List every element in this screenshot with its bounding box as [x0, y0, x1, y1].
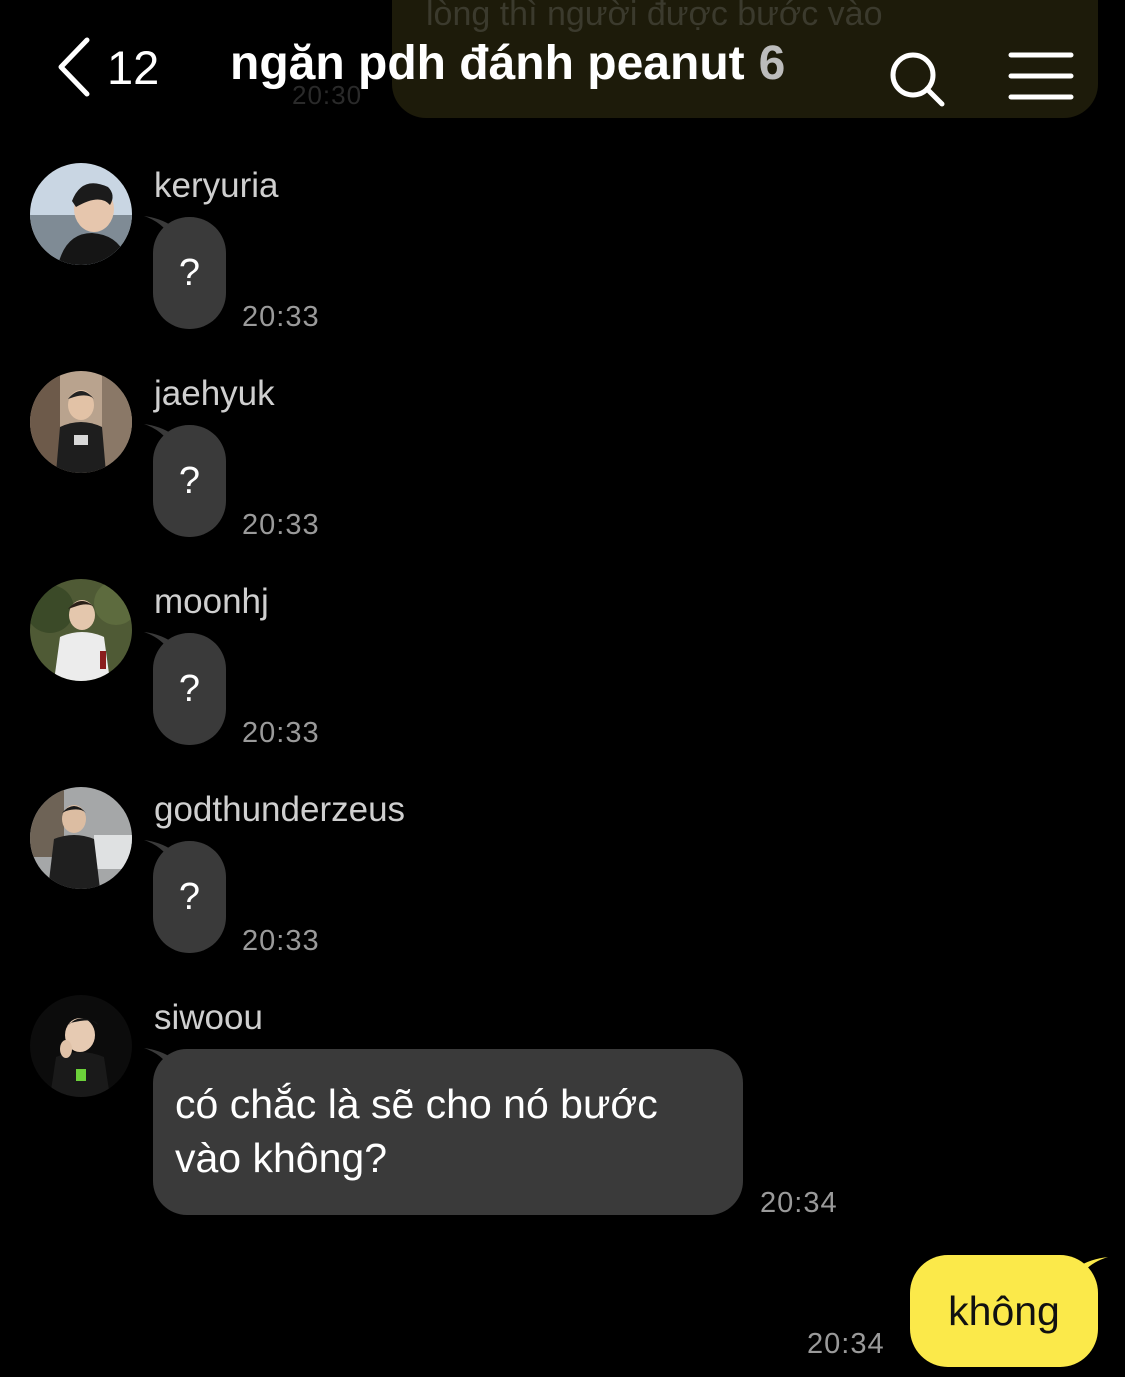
- search-icon[interactable]: [886, 48, 948, 110]
- hamburger-menu-icon[interactable]: [1008, 50, 1074, 102]
- chat-title-text: ngăn pdh đánh peanut: [230, 37, 745, 90]
- back-button[interactable]: 12: [55, 34, 159, 100]
- chevron-left-icon: [58, 37, 90, 97]
- sender-name: godthunderzeus: [154, 790, 406, 829]
- avatar-photo: [30, 371, 132, 473]
- message-time: 20:34: [760, 1187, 838, 1219]
- avatar-photo: [30, 579, 132, 681]
- avatar-photo: [30, 787, 132, 889]
- sender-name: jaehyuk: [154, 374, 275, 413]
- avatar[interactable]: [30, 995, 132, 1097]
- message-text-line: vào không?: [175, 1135, 388, 1181]
- sender-name: moonhj: [154, 582, 269, 621]
- my-message-time: 20:34: [807, 1328, 885, 1360]
- message-bubble[interactable]: có chắc là sẽ cho nó bước vào không?: [153, 1049, 743, 1215]
- avatar[interactable]: [30, 579, 132, 681]
- message-time: 20:33: [242, 509, 320, 541]
- unread-count: 12: [107, 40, 160, 94]
- message-bubble[interactable]: ?: [153, 841, 226, 953]
- message-text-line: có chắc là sẽ cho nó bước: [175, 1081, 658, 1127]
- message-bubble[interactable]: ?: [153, 633, 226, 745]
- message-time: 20:33: [242, 301, 320, 333]
- message-bubble[interactable]: ?: [153, 217, 226, 329]
- avatar[interactable]: [30, 787, 132, 889]
- chat-screen: lòng thì người được bước vào 20:30 12 ng…: [0, 0, 1125, 1377]
- message-time: 20:33: [242, 717, 320, 749]
- sender-name: siwoou: [154, 998, 263, 1037]
- chat-title: ngăn pdh đánh peanut 6: [230, 36, 785, 91]
- message-bubble[interactable]: ?: [153, 425, 226, 537]
- avatar-photo: [30, 163, 132, 265]
- avatar[interactable]: [30, 163, 132, 265]
- member-count: 6: [758, 37, 786, 90]
- avatar-photo: [30, 995, 132, 1097]
- sender-name: keryuria: [154, 166, 279, 205]
- chat-header: 12 ngăn pdh đánh peanut 6: [0, 0, 1125, 140]
- message-time: 20:33: [242, 925, 320, 957]
- avatar[interactable]: [30, 371, 132, 473]
- my-message-bubble[interactable]: không: [910, 1255, 1098, 1367]
